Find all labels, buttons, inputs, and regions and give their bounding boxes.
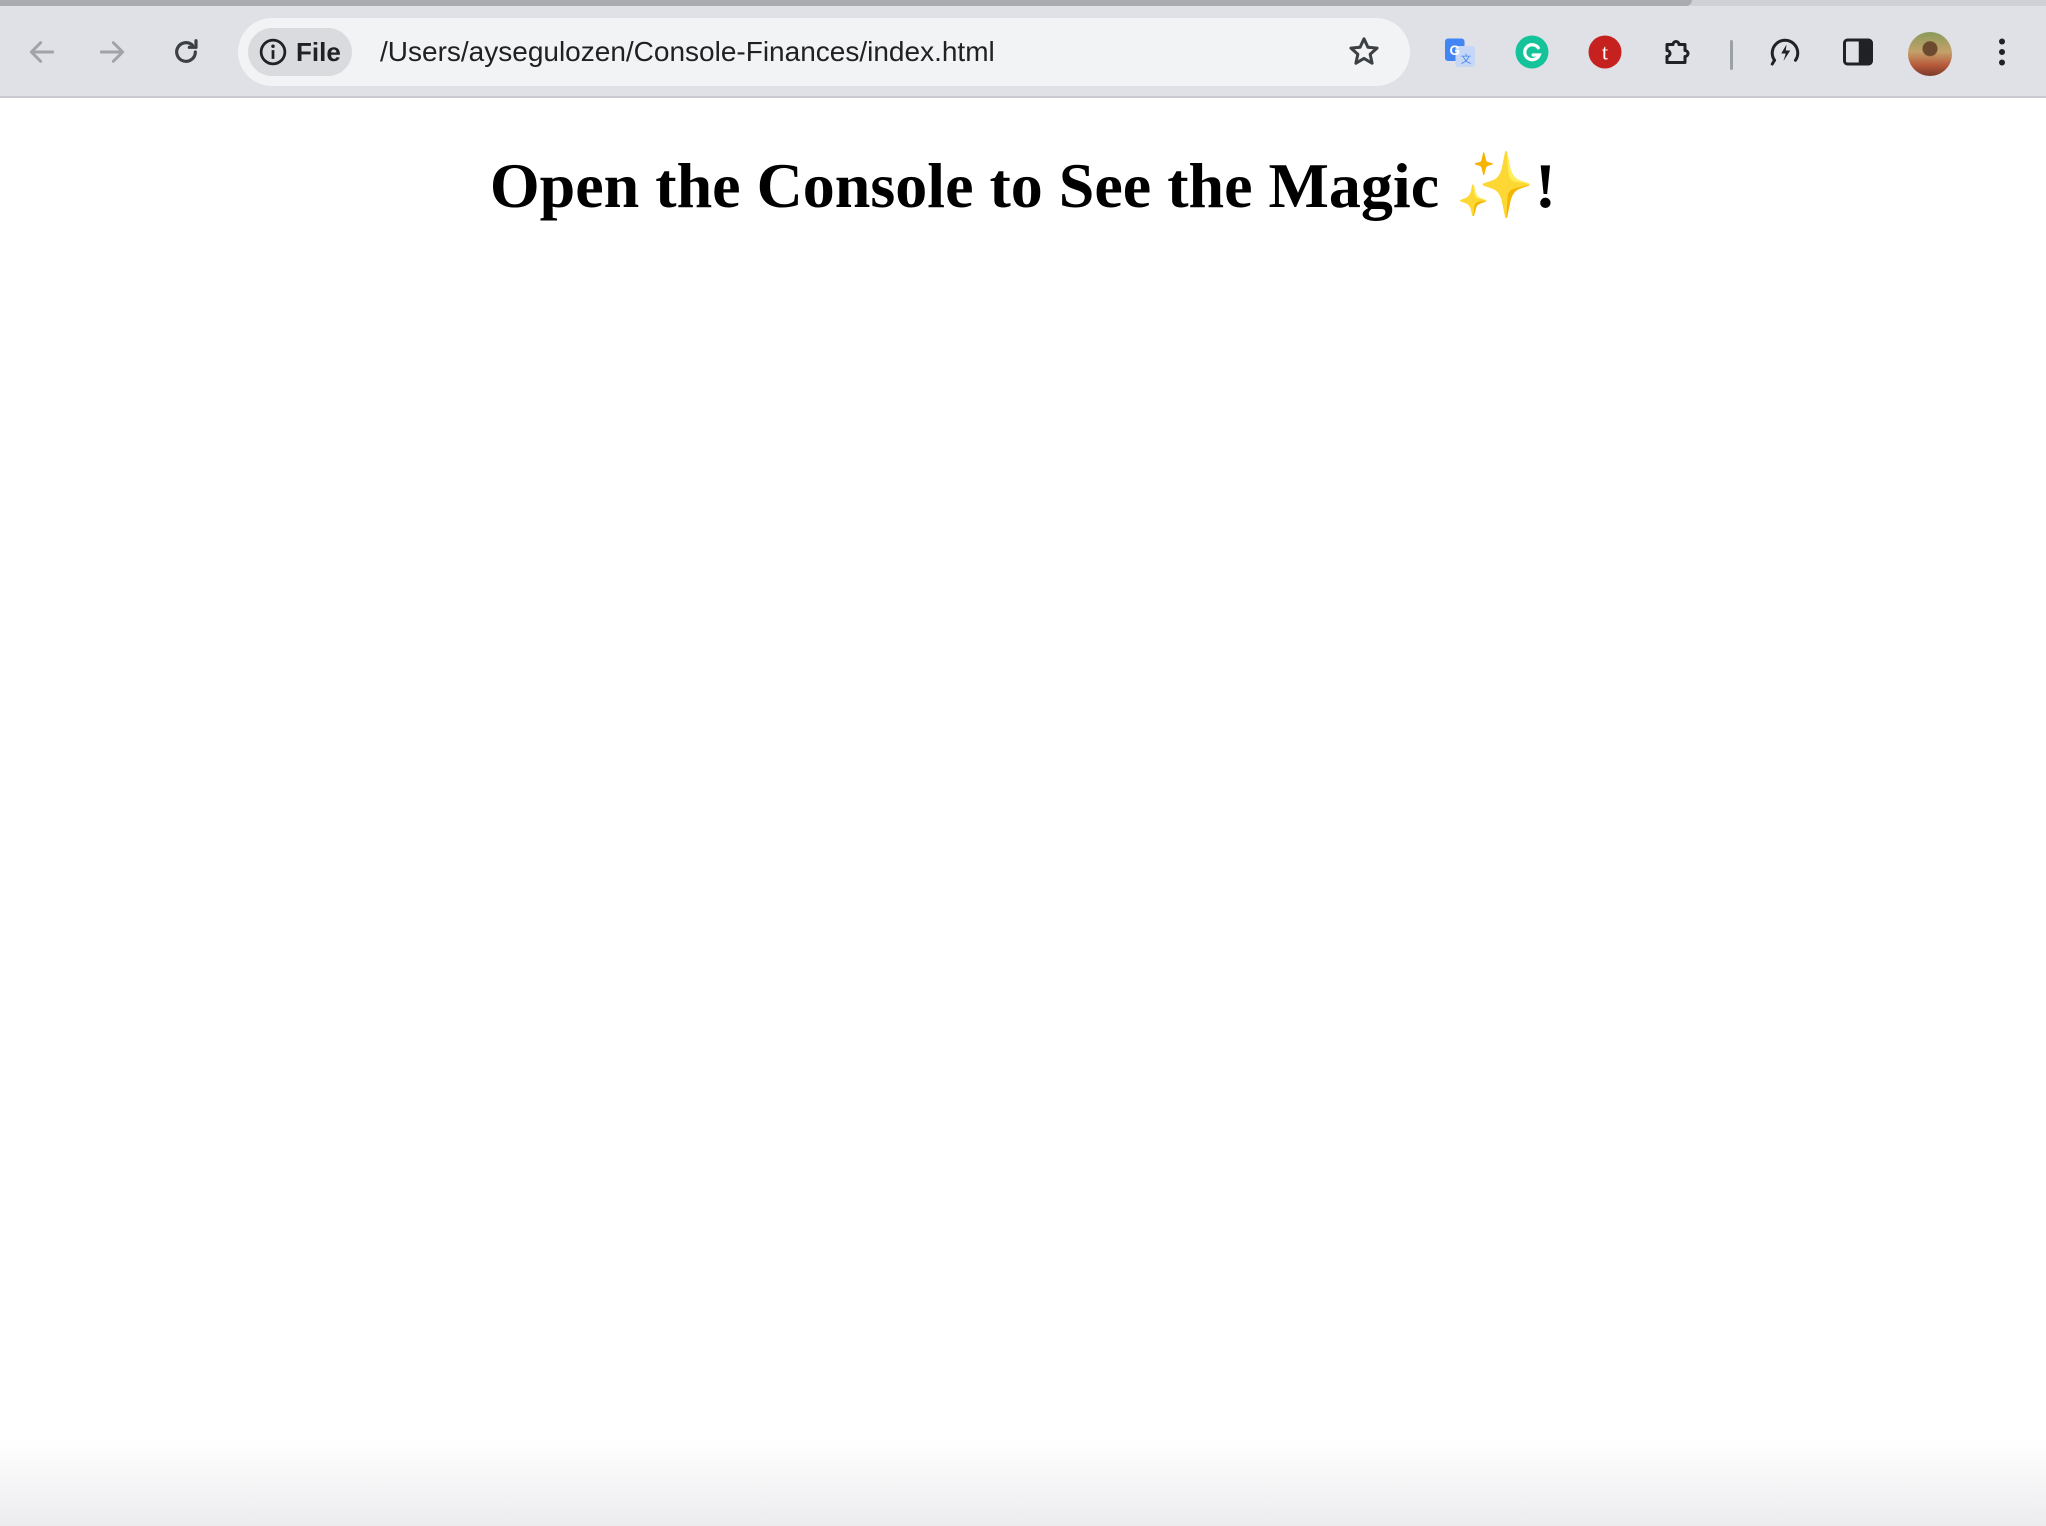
t-extension-icon: t bbox=[1588, 35, 1622, 69]
svg-text:G: G bbox=[1449, 43, 1460, 58]
page-content: Open the Console to See the Magic ✨! bbox=[0, 98, 2046, 1526]
site-info-chip[interactable]: File /Users/aysegulozen/Console-Finances… bbox=[248, 28, 995, 76]
google-translate-extension[interactable]: G 文 bbox=[1436, 28, 1484, 76]
performance-icon bbox=[1770, 38, 1800, 66]
t-extension[interactable]: t bbox=[1581, 28, 1629, 76]
reload-icon bbox=[175, 39, 198, 63]
back-button[interactable] bbox=[14, 24, 70, 80]
grammarly-icon bbox=[1515, 35, 1549, 69]
profile-avatar[interactable] bbox=[1908, 32, 1952, 76]
reload-button[interactable] bbox=[158, 24, 214, 80]
svg-text:文: 文 bbox=[1461, 53, 1472, 66]
svg-text:t: t bbox=[1602, 40, 1609, 65]
grammarly-extension[interactable] bbox=[1508, 28, 1556, 76]
back-arrow-icon bbox=[29, 41, 55, 63]
toolbar-divider bbox=[1730, 40, 1733, 70]
address-bar[interactable]: File /Users/aysegulozen/Console-Finances… bbox=[238, 18, 1410, 86]
browser-toolbar: File /Users/aysegulozen/Console-Finances… bbox=[0, 6, 2046, 98]
browser-window: File /Users/aysegulozen/Console-Finances… bbox=[0, 0, 2046, 1526]
extensions-button[interactable] bbox=[1655, 28, 1703, 76]
page-title: Open the Console to See the Magic ✨! bbox=[489, 150, 1557, 221]
performance-button[interactable] bbox=[1761, 28, 1809, 76]
url-text[interactable]: /Users/aysegulozen/Console-Finances/inde… bbox=[380, 28, 995, 76]
info-icon bbox=[258, 37, 288, 67]
forward-arrow-icon bbox=[99, 41, 125, 63]
site-info-button[interactable]: File bbox=[248, 28, 352, 76]
google-translate-icon: G 文 bbox=[1445, 38, 1475, 67]
side-panel-icon bbox=[1843, 38, 1873, 66]
puzzle-extensions-icon bbox=[1665, 40, 1690, 64]
star-icon bbox=[1349, 37, 1379, 65]
side-panel-button[interactable] bbox=[1834, 28, 1882, 76]
menu-dots-icon bbox=[1999, 38, 2005, 66]
bookmark-button[interactable] bbox=[1340, 28, 1388, 76]
browser-menu-button[interactable] bbox=[1978, 28, 2026, 76]
file-scheme-label: File bbox=[296, 36, 341, 67]
forward-button[interactable] bbox=[84, 24, 140, 80]
